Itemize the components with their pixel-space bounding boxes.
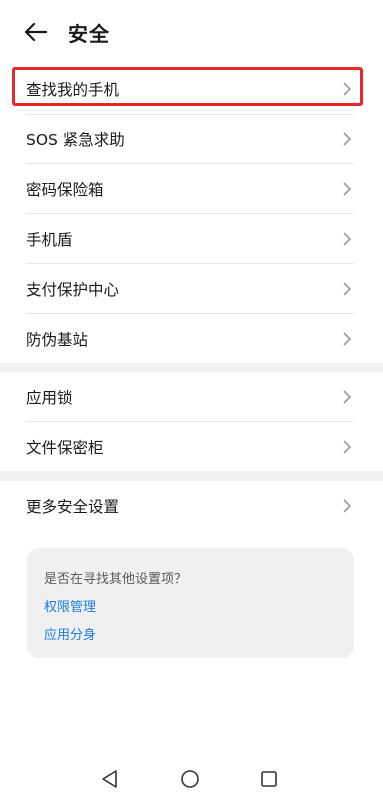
menu-item-label: 防伪基站 xyxy=(26,331,89,349)
chevron-right-icon xyxy=(343,132,352,146)
chevron-right-icon xyxy=(343,332,352,346)
chevron-right-icon xyxy=(343,390,352,404)
divider xyxy=(26,114,354,115)
menu-item-fake-base-station[interactable]: 防伪基站 xyxy=(26,314,354,364)
triangle-back-icon[interactable] xyxy=(98,767,122,791)
menu-item-label: 查找我的手机 xyxy=(26,81,120,99)
circle-home-icon[interactable] xyxy=(178,767,202,791)
chevron-right-icon xyxy=(343,282,352,296)
app-header: 安全 xyxy=(0,0,383,64)
back-arrow-icon[interactable] xyxy=(22,18,50,46)
menu-item-file-safe[interactable]: 文件保密柜 xyxy=(26,422,354,472)
chevron-right-icon xyxy=(343,82,352,96)
menu-item-label: SOS 紧急求助 xyxy=(26,131,125,149)
menu-item-label: 支付保护中心 xyxy=(26,281,120,299)
menu-item-password-vault[interactable]: 密码保险箱 xyxy=(26,164,354,214)
menu-item-label: 更多安全设置 xyxy=(26,498,120,516)
menu-item-app-lock[interactable]: 应用锁 xyxy=(26,372,354,422)
menu-item-label: 应用锁 xyxy=(26,389,73,407)
security-settings-screen: 安全 查找我的手机 SOS 紧急求助 密码保险箱 手机盾 支付保护中心 防伪基站… xyxy=(0,0,383,803)
menu-item-label: 手机盾 xyxy=(26,231,73,249)
chevron-right-icon xyxy=(343,440,352,454)
settings-group-security: 查找我的手机 SOS 紧急求助 密码保险箱 手机盾 支付保护中心 防伪基站 xyxy=(0,64,383,363)
menu-item-find-my-phone[interactable]: 查找我的手机 xyxy=(26,64,354,114)
suggestion-card: 是否在寻找其他设置项？ 权限管理 应用分身 xyxy=(27,548,354,658)
chevron-right-icon xyxy=(343,182,352,196)
menu-item-payment-protection[interactable]: 支付保护中心 xyxy=(26,264,354,314)
menu-item-phone-shield[interactable]: 手机盾 xyxy=(26,214,354,264)
square-recent-icon[interactable] xyxy=(257,767,281,791)
menu-item-label: 密码保险箱 xyxy=(26,181,104,199)
menu-item-more-security-settings[interactable]: 更多安全设置 xyxy=(26,481,354,531)
suggestion-question: 是否在寻找其他设置项？ xyxy=(44,572,188,587)
menu-item-sos[interactable]: SOS 紧急求助 xyxy=(26,114,354,164)
link-app-twin[interactable]: 应用分身 xyxy=(44,624,96,643)
settings-group-privacy: 应用锁 文件保密柜 xyxy=(0,372,383,471)
chevron-right-icon xyxy=(343,499,352,513)
system-nav-bar xyxy=(0,755,383,803)
page-title: 安全 xyxy=(68,22,110,46)
menu-item-label: 文件保密柜 xyxy=(26,439,104,457)
chevron-right-icon xyxy=(343,232,352,246)
link-permission-management[interactable]: 权限管理 xyxy=(44,596,96,615)
